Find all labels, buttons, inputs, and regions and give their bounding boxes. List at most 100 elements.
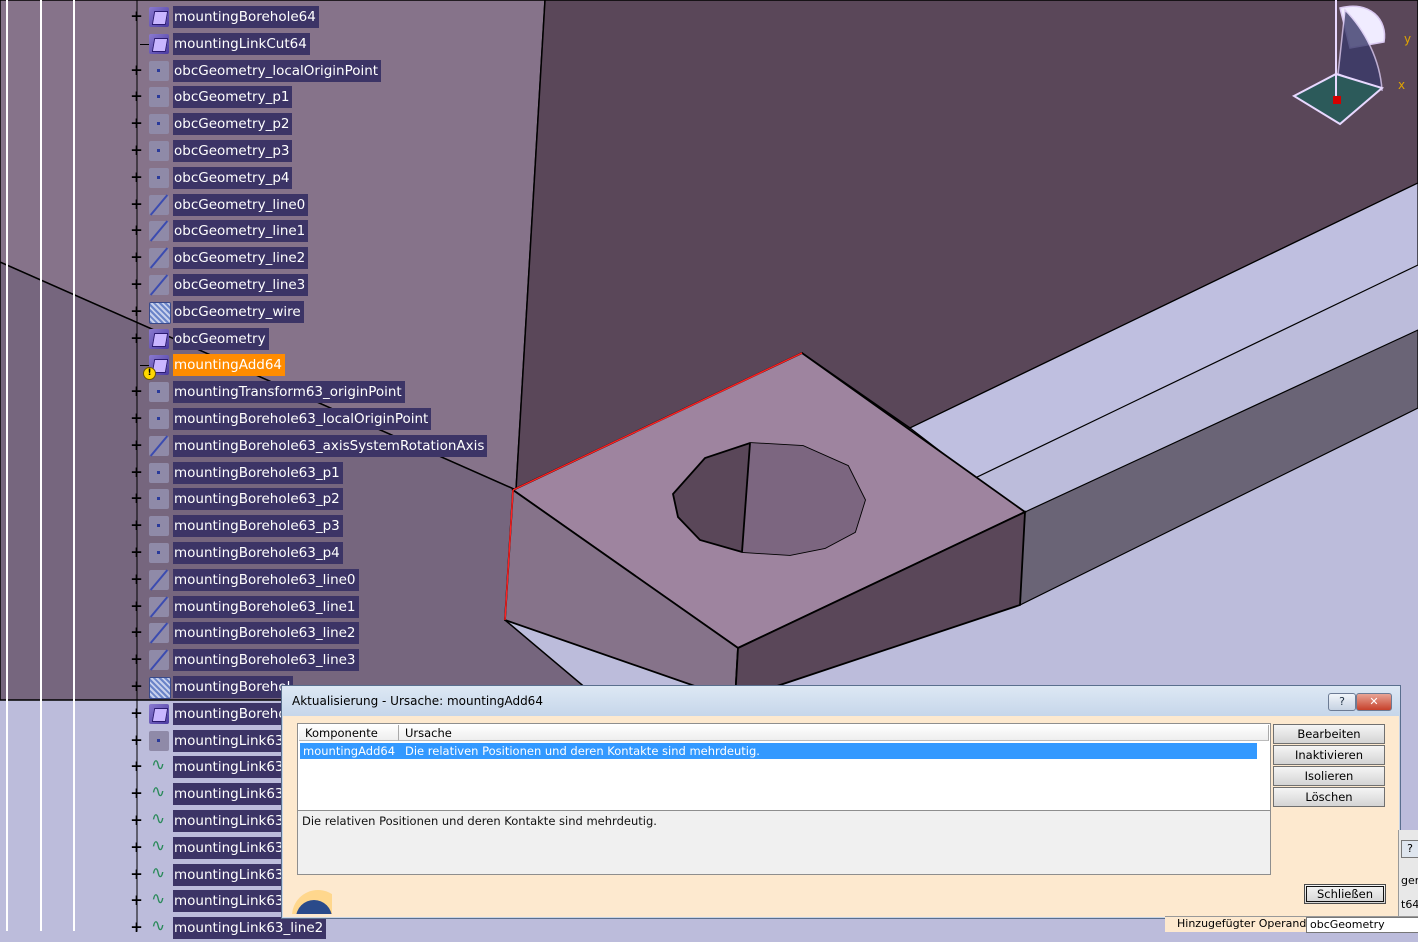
expand-icon[interactable] — [130, 519, 143, 532]
expand-icon[interactable] — [130, 171, 143, 184]
body-warning-icon — [143, 355, 169, 381]
tree-node-label[interactable]: mountingTransform63_originPoint — [173, 381, 405, 404]
expand-icon[interactable] — [130, 466, 143, 479]
expand-icon[interactable] — [130, 680, 143, 693]
expand-icon[interactable] — [130, 573, 143, 586]
tree-node-label[interactable]: mountingBorehole64 — [173, 6, 319, 28]
expand-icon[interactable] — [130, 144, 143, 157]
tree-node-label[interactable]: mountingLink63_ — [173, 890, 294, 913]
tree-node-label[interactable]: obcGeometry_p2 — [173, 113, 293, 136]
expand-icon[interactable] — [130, 412, 143, 425]
expand-icon[interactable] — [130, 921, 143, 934]
tree-node-label[interactable]: obcGeometry_line2 — [173, 247, 309, 270]
tree-node-label[interactable]: mountingLinkCut64 — [173, 32, 310, 55]
tree-node-label[interactable]: mountingBorehole63_line3 — [173, 649, 359, 672]
tree-node-label[interactable]: mountingLink63_ — [173, 783, 294, 806]
description-box: Die relativen Positionen und deren Konta… — [297, 810, 1271, 875]
tree-node-label[interactable]: mountingBorehole63_line1 — [173, 595, 359, 618]
tree-node-label[interactable]: mountingLink63_line2 — [173, 917, 327, 940]
point-icon — [149, 730, 169, 751]
expand-icon[interactable] — [130, 600, 143, 613]
tree-node-label[interactable]: mountingBorehole63_p4 — [173, 542, 343, 564]
compass-x-label: x — [1398, 78, 1406, 92]
expand-icon[interactable] — [130, 626, 143, 639]
tree-node-label[interactable]: obcGeometry_line3 — [173, 274, 309, 296]
link-icon — [149, 889, 169, 911]
expand-icon[interactable] — [130, 653, 143, 666]
point-icon — [149, 87, 169, 108]
expand-icon[interactable] — [130, 841, 143, 854]
body-icon — [149, 328, 169, 349]
table-row[interactable]: mountingAdd64 Die relativen Positionen u… — [300, 743, 1257, 759]
tree-node-label[interactable]: mountingLink63_ — [173, 756, 294, 779]
help-button[interactable]: ? — [1328, 693, 1356, 711]
cause-table[interactable]: Komponente Ursache mountingAdd64 Die rel… — [297, 723, 1271, 811]
expand-icon[interactable] — [130, 224, 143, 237]
deactivate-button[interactable]: Inaktivieren — [1273, 745, 1385, 765]
point-icon — [149, 543, 169, 563]
background-help-button[interactable]: ? — [1401, 840, 1418, 858]
tree-node-label[interactable]: obcGeometry_p3 — [173, 140, 293, 162]
point-icon — [149, 489, 169, 510]
column-header-cause[interactable]: Ursache — [399, 725, 1269, 741]
expand-icon[interactable] — [130, 546, 143, 559]
tree-node-label[interactable]: mountingAdd64 — [173, 354, 286, 377]
expand-icon[interactable] — [130, 894, 143, 907]
background-panel: ? gen t64 Hinzugefügter Operand: obcGeom… — [1165, 830, 1418, 933]
tree-node-label[interactable]: mountingBorehole63_axisSystemRotationAxi… — [173, 434, 488, 457]
expand-icon[interactable] — [130, 251, 143, 264]
tree-node-label[interactable]: mountingLink63_ — [173, 863, 294, 886]
expand-icon[interactable] — [130, 868, 143, 881]
expand-icon[interactable] — [130, 385, 143, 398]
expand-icon[interactable] — [130, 305, 143, 318]
tree-node-label[interactable]: obcGeometry_line1 — [173, 220, 309, 243]
expand-icon[interactable] — [130, 198, 143, 211]
tree-node-label[interactable]: mountingBoreho — [173, 702, 290, 725]
expand-icon[interactable] — [130, 787, 143, 800]
expand-icon[interactable] — [130, 492, 143, 505]
edit-button[interactable]: Bearbeiten — [1273, 724, 1385, 744]
tree-node-label[interactable]: mountingBorehol — [173, 676, 294, 698]
line-icon — [149, 650, 169, 671]
tree-node-label[interactable]: mountingBorehole63_line0 — [173, 568, 359, 591]
expand-icon[interactable] — [130, 90, 143, 103]
link-icon — [149, 916, 169, 938]
isolate-button[interactable]: Isolieren — [1273, 766, 1385, 786]
expand-icon[interactable] — [130, 332, 143, 345]
tree-node-label[interactable]: mountingBorehole63_p2 — [173, 488, 343, 511]
tree-node-label[interactable]: obcGeometry — [173, 327, 269, 350]
tree-node-label[interactable]: mountingBorehole63_p3 — [173, 515, 343, 538]
expand-icon[interactable] — [130, 64, 143, 77]
tree-node-label[interactable]: mountingLink63_ — [173, 729, 294, 752]
tree-node-label[interactable]: mountingLink63_ — [173, 810, 294, 832]
tree-node-label[interactable]: mountingBorehole63_p1 — [173, 461, 343, 484]
expand-icon[interactable] — [130, 278, 143, 291]
tree-node-label[interactable]: obcGeometry_p4 — [173, 166, 293, 189]
background-fragment-2: t64 — [1401, 898, 1418, 911]
expand-icon[interactable] — [130, 760, 143, 773]
expand-icon[interactable] — [130, 439, 143, 452]
tree-node-label[interactable]: obcGeometry_line0 — [173, 193, 309, 216]
tree-node-label[interactable]: obcGeometry_p1 — [173, 86, 293, 109]
wire-icon — [149, 301, 171, 324]
column-header-component[interactable]: Komponente — [299, 725, 399, 741]
link-cut-icon — [149, 33, 169, 54]
point-icon — [149, 167, 169, 188]
window-close-button[interactable]: ✕ — [1356, 693, 1392, 711]
expand-icon[interactable] — [130, 10, 143, 23]
dialog-titlebar[interactable]: Aktualisierung - Ursache: mountingAdd64 … — [282, 686, 1400, 716]
expand-icon[interactable] — [130, 734, 143, 747]
line-icon — [149, 435, 169, 456]
link-icon — [149, 782, 169, 804]
expand-icon[interactable] — [130, 117, 143, 130]
tree-node-label[interactable]: obcGeometry_wire — [173, 300, 304, 323]
compass-widget[interactable]: y x — [1290, 0, 1418, 130]
tree-node-label[interactable]: mountingBorehole63_localOriginPoint — [173, 408, 432, 430]
tree-node-label[interactable]: mountingBorehole63_line2 — [173, 622, 359, 645]
delete-button[interactable]: Löschen — [1273, 787, 1385, 807]
expand-icon[interactable] — [130, 814, 143, 827]
tree-node-label[interactable]: mountingLink63_ — [173, 836, 294, 859]
expand-icon[interactable] — [130, 707, 143, 720]
tree-node-label[interactable]: obcGeometry_localOriginPoint — [173, 59, 382, 82]
point-icon — [149, 409, 169, 429]
